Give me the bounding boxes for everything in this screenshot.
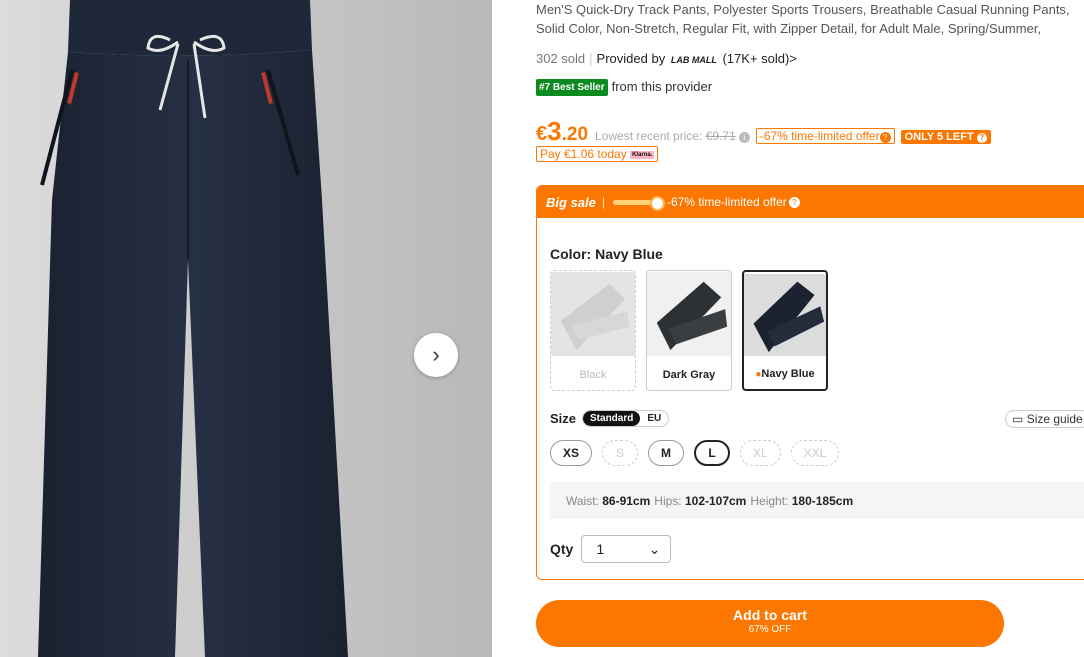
lowest-price: Lowest recent price: €9.71 i xyxy=(595,129,750,143)
sale-progress-icon xyxy=(612,195,665,211)
lowest-price-value: €9.71 xyxy=(705,129,736,143)
swatch-label-text: Navy Blue xyxy=(761,368,815,380)
best-seller-text: from this provider xyxy=(611,79,713,94)
add-to-cart-label: Add to cart xyxy=(733,607,807,623)
price-currency: € xyxy=(536,123,548,145)
add-to-cart-discount: 67% OFF xyxy=(748,624,792,635)
swatch-label: Black xyxy=(579,369,607,381)
help-icon[interactable]: ? xyxy=(788,196,800,208)
price-decimal: .20 xyxy=(561,124,589,145)
chevron-right-icon: > xyxy=(789,51,797,66)
help-icon: ? xyxy=(976,133,987,143)
divider: | xyxy=(601,195,605,209)
swatch-image xyxy=(744,274,826,356)
quantity-value: 1 xyxy=(596,541,605,557)
stock-badge[interactable]: ONLY 5 LEFT ? xyxy=(900,130,991,144)
size-measurements: Waist: 86-91cm Hips: 102-107cm Height: 1… xyxy=(550,482,1084,519)
ruler-icon: ▭ xyxy=(1012,412,1024,426)
waist-value: 86-91cm xyxy=(602,493,651,508)
current-price: €3.20 xyxy=(536,116,588,147)
color-option-black[interactable]: Black xyxy=(550,270,636,391)
price-row: €3.20 Lowest recent price: €9.71 i -67% t… xyxy=(536,116,991,147)
swatch-image xyxy=(551,272,635,356)
size-options: XS S M L XL XXL xyxy=(550,440,840,466)
size-label: Size xyxy=(550,411,577,426)
color-swatches: Black Dark Gray ●Navy Blue xyxy=(550,270,828,391)
height-label: Height: xyxy=(750,493,789,508)
size-option-m[interactable]: M xyxy=(648,440,685,466)
best-seller-row: #7 Best Seller from this provider xyxy=(536,79,712,96)
add-to-cart-button[interactable]: Add to cart 67% OFF xyxy=(536,600,1004,647)
big-sale-panel: Big sale | -67% time-limited offer? Colo… xyxy=(536,185,1084,580)
info-icon[interactable]: i xyxy=(738,132,750,143)
product-details: Men'S Quick-Dry Track Pants, Polyester S… xyxy=(536,0,1084,657)
provider-sold: (17K+ sold) xyxy=(722,51,790,66)
best-seller-badge: #7 Best Seller xyxy=(536,79,608,96)
provider-logo: LAB MALL xyxy=(670,55,717,65)
provider-link[interactable]: Provided by LAB MALL (17K+ sold)> xyxy=(597,51,797,66)
next-image-button[interactable]: › xyxy=(414,333,458,377)
size-option-s[interactable]: S xyxy=(602,440,639,466)
size-guide-button[interactable]: ▭ Size guide xyxy=(1005,410,1084,428)
product-image xyxy=(38,0,348,657)
chevron-down-icon: ⌄ xyxy=(648,540,661,557)
size-option-xl[interactable]: XL xyxy=(740,440,781,466)
sold-count: 302 sold xyxy=(536,51,586,66)
swatch-label: ●Navy Blue xyxy=(744,368,826,380)
product-title: Men'S Quick-Dry Track Pants, Polyester S… xyxy=(536,2,1070,36)
provided-by-label: Provided by xyxy=(596,51,666,66)
help-icon: ? xyxy=(879,132,891,143)
size-standard-option[interactable]: Standard xyxy=(583,411,641,426)
big-sale-label: Big sale xyxy=(546,194,596,210)
product-image-gallery: › xyxy=(0,0,492,657)
size-guide-label: Size guide xyxy=(1026,412,1083,426)
sales-meta: 302 sold | Provided by LAB MALL (17K+ sold… xyxy=(536,51,797,66)
big-sale-header: Big sale | -67% time-limited offer? xyxy=(537,186,1084,218)
pay-today-badge[interactable]: Pay €1.06 today Klarna. xyxy=(536,146,659,162)
waist-label: Waist: xyxy=(566,493,599,508)
chevron-right-icon: › xyxy=(432,342,440,367)
klarna-logo: Klarna. xyxy=(630,151,655,159)
size-option-xxl[interactable]: XXL xyxy=(790,440,840,466)
size-row: Size Standard EU xyxy=(550,410,670,427)
sale-offer-text: -67% time-limited offer xyxy=(666,195,787,209)
swatch-label: Dark Gray xyxy=(662,369,716,381)
swatch-image xyxy=(647,272,731,356)
size-eu-option[interactable]: EU xyxy=(640,411,668,426)
size-standard-toggle[interactable]: Standard EU xyxy=(582,410,670,427)
color-label: Color: Navy Blue xyxy=(550,246,663,262)
offer-text: -67% time-limited offer xyxy=(759,129,880,143)
quantity-row: Qty 1 ⌄ xyxy=(550,535,672,563)
size-option-xs[interactable]: XS xyxy=(550,440,593,466)
color-option-dark-gray[interactable]: Dark Gray xyxy=(646,270,732,391)
height-value: 180-185cm xyxy=(791,493,854,508)
hips-label: Hips: xyxy=(654,493,682,508)
size-option-l[interactable]: L xyxy=(694,440,731,466)
quantity-select[interactable]: 1 ⌄ xyxy=(581,535,672,563)
quantity-label: Qty xyxy=(550,541,574,557)
price-integer: 3 xyxy=(547,116,562,146)
color-option-navy-blue[interactable]: ●Navy Blue xyxy=(742,270,828,391)
lowest-price-label: Lowest recent price: xyxy=(595,129,703,143)
pay-today-text: Pay €1.06 today xyxy=(540,147,627,161)
time-limited-offer-badge[interactable]: -67% time-limited offer? xyxy=(755,128,895,144)
hips-value: 102-107cm xyxy=(684,493,747,508)
stock-text: ONLY 5 LEFT xyxy=(904,131,974,143)
